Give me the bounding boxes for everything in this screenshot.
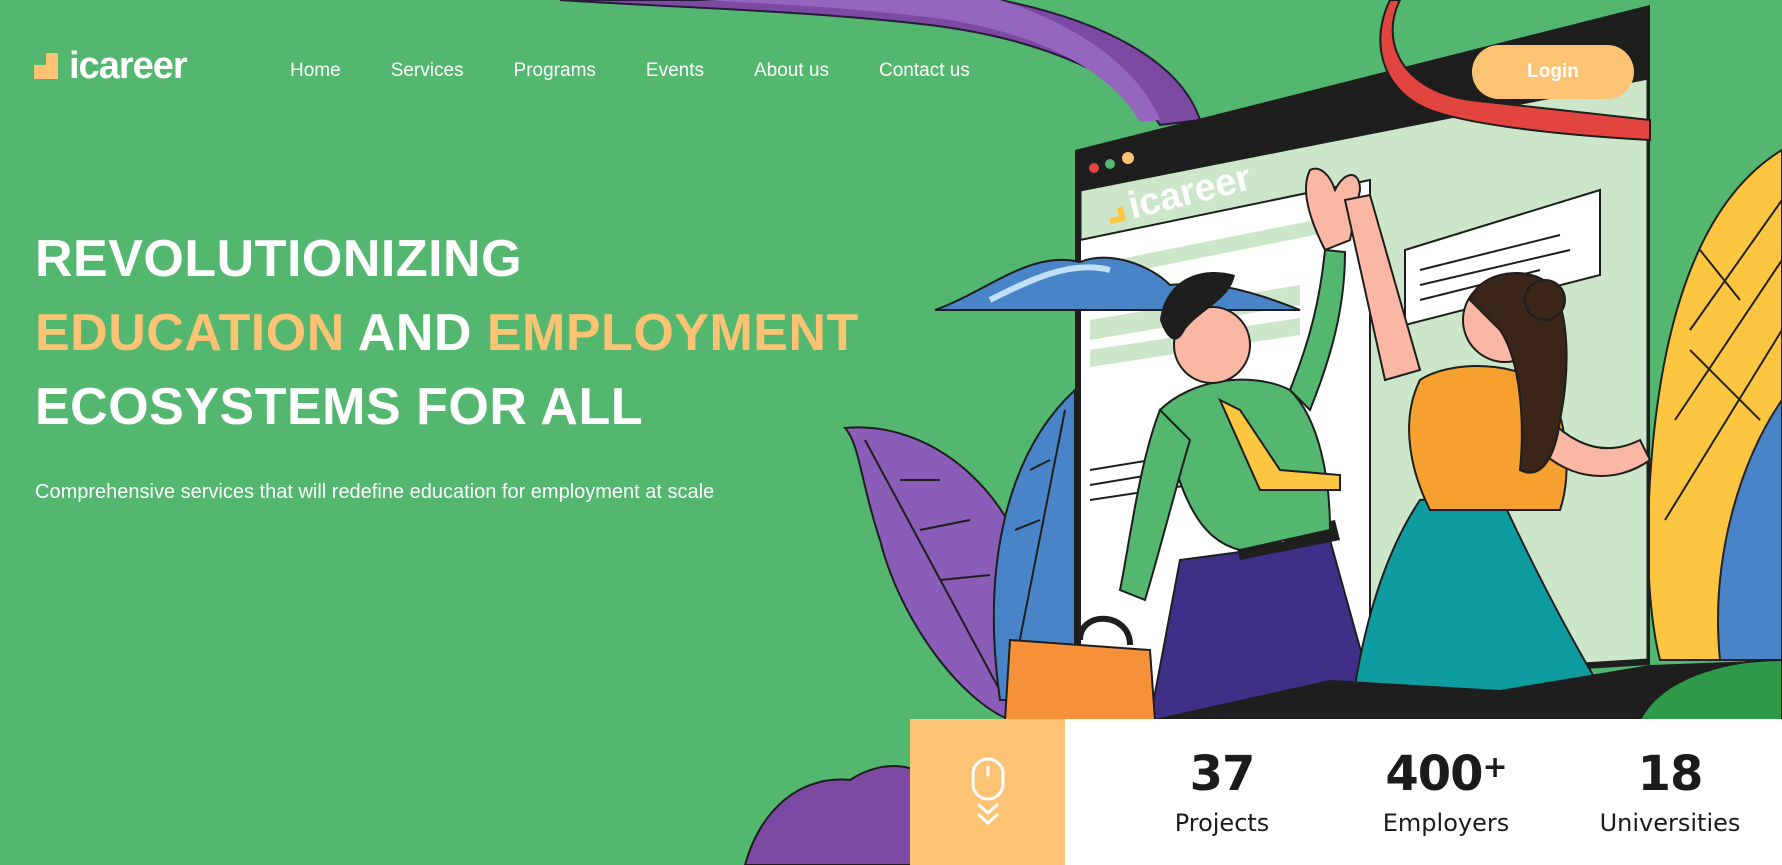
hero-line-3: ECOSYSTEMS FOR ALL	[35, 378, 643, 436]
nav-home[interactable]: Home	[290, 60, 341, 82]
hero-accent-education: EDUCATION	[35, 304, 345, 362]
hero-title: REVOLUTIONIZING EDUCATION AND EMPLOYMENT…	[35, 222, 895, 444]
brand-logo[interactable]: icareer	[34, 45, 188, 87]
hero-line-2: EDUCATION AND EMPLOYMENT	[35, 296, 895, 370]
hero-accent-employment: EMPLOYMENT	[486, 304, 859, 362]
stat-value: 37	[1110, 745, 1334, 803]
stat-number: 18	[1637, 746, 1704, 802]
stat-label: Employers	[1382, 809, 1510, 837]
nav-events[interactable]: Events	[646, 60, 704, 82]
nav-programs[interactable]: Programs	[514, 60, 596, 82]
stat-universities: 18 Universities	[1558, 719, 1782, 865]
briefcase	[1003, 638, 1157, 721]
logo-mark-icon	[34, 53, 58, 79]
hero-and: AND	[344, 304, 487, 362]
stat-number: 400	[1385, 746, 1483, 802]
brand-name: icareer	[69, 45, 188, 87]
stat-label: Projects	[1174, 809, 1270, 837]
stat-number: 37	[1189, 746, 1256, 802]
stats-bar: 37 Projects 400+ Employers 18 Universiti…	[910, 719, 1782, 865]
nav-about-us[interactable]: About us	[754, 60, 829, 82]
stat-value: 400+	[1334, 745, 1558, 803]
hero-subtitle: Comprehensive services that will redefin…	[35, 481, 715, 503]
nav-services[interactable]: Services	[391, 60, 464, 82]
scroll-down-button[interactable]	[910, 719, 1065, 865]
stat-employers: 400+ Employers	[1334, 719, 1558, 865]
main-nav: Home Services Programs Events About us C…	[290, 60, 1020, 82]
login-button[interactable]: Login	[1472, 45, 1634, 99]
stat-label: Universities	[1599, 809, 1741, 837]
stats-panel: 37 Projects 400+ Employers 18 Universiti…	[1065, 719, 1782, 865]
stat-projects: 37 Projects	[1110, 719, 1334, 865]
stat-suffix: +	[1482, 750, 1508, 785]
nav-contact-us[interactable]: Contact us	[879, 60, 970, 82]
stat-value: 18	[1558, 745, 1782, 803]
mouse-scroll-icon	[971, 757, 1004, 825]
hero-line-1: REVOLUTIONIZING	[35, 230, 523, 288]
